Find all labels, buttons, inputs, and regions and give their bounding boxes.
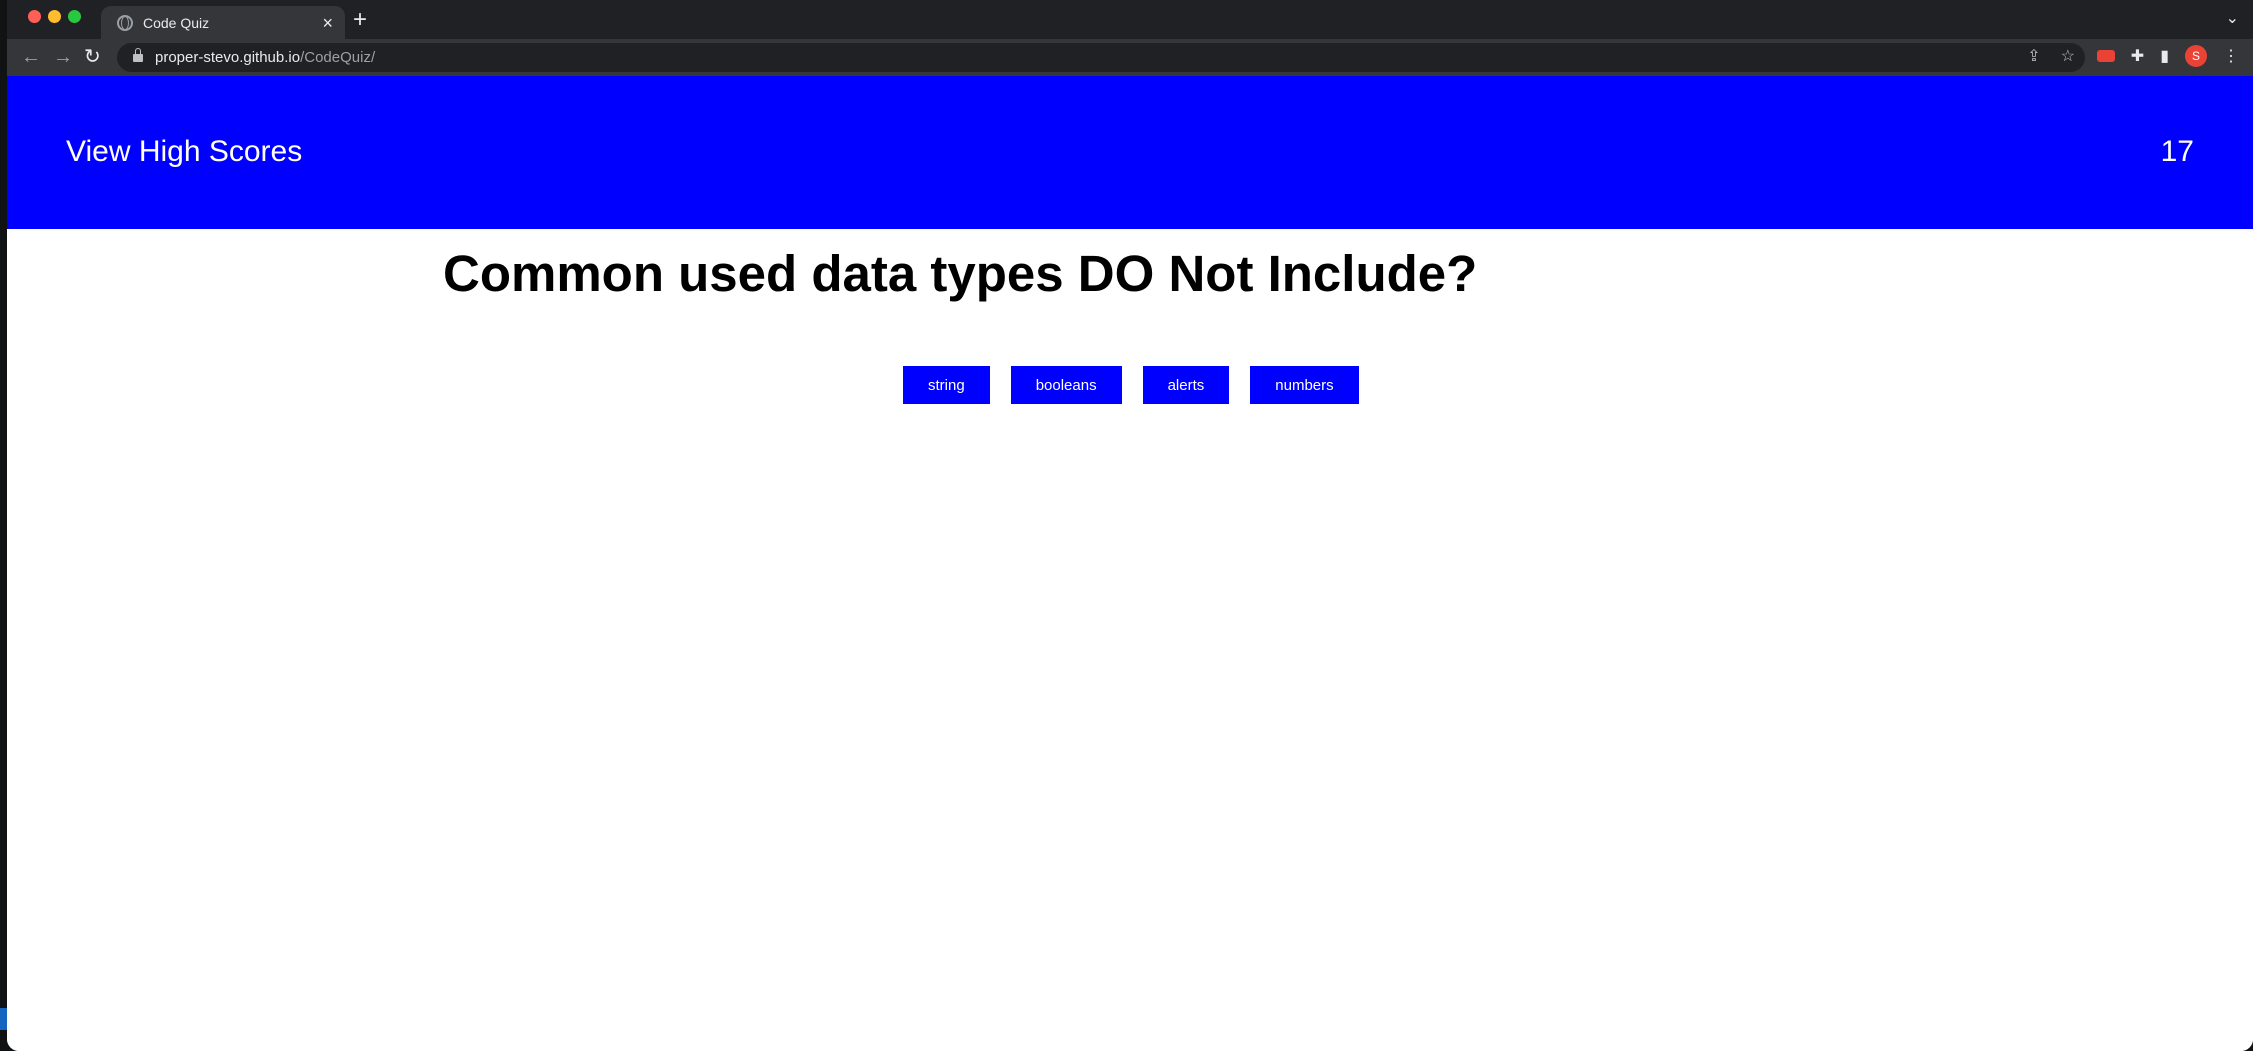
star-icon[interactable]: ☆: [2061, 46, 2075, 66]
browser-window: Code Quiz × + ⌄ ← → ↻ proper-stevo.githu…: [7, 0, 2253, 1051]
choice-numbers-button[interactable]: numbers: [1250, 366, 1359, 404]
dock-edge: [0, 1008, 7, 1030]
choice-alerts-button[interactable]: alerts: [1142, 366, 1230, 404]
url-text: proper-stevo.github.io/CodeQuiz/: [155, 49, 375, 66]
new-tab-icon[interactable]: +: [353, 8, 367, 32]
choice-string-button[interactable]: string: [903, 366, 990, 404]
left-edge: [0, 0, 7, 1051]
view-high-scores-link[interactable]: View High Scores: [66, 135, 302, 169]
avatar[interactable]: S: [2185, 45, 2207, 67]
url-host: proper-stevo.github.io: [155, 49, 301, 66]
menu-kebab-icon[interactable]: ⋮: [2223, 46, 2239, 66]
minimize-window-button[interactable]: [48, 10, 61, 23]
page-content: View High Scores 17 Common used data typ…: [7, 76, 2253, 1051]
extension-icon[interactable]: [2096, 50, 2115, 62]
quiz-header: View High Scores 17: [7, 76, 2253, 229]
tab-code-quiz[interactable]: Code Quiz ×: [101, 6, 345, 39]
tab-title: Code Quiz: [143, 14, 210, 31]
tab-strip: Code Quiz × + ⌄: [7, 0, 2253, 39]
side-panel-icon[interactable]: ▮: [2160, 46, 2169, 66]
browser-toolbar: ← → ↻ proper-stevo.github.io/CodeQuiz/ ⇪…: [7, 39, 2253, 115]
reload-icon[interactable]: ↻: [84, 45, 101, 69]
share-icon[interactable]: ⇪: [2027, 46, 2040, 66]
tab-search-icon[interactable]: ⌄: [2226, 8, 2239, 28]
fullscreen-window-button[interactable]: [68, 10, 81, 23]
forward-arrow-icon[interactable]: →: [53, 45, 73, 69]
lock-icon: [133, 47, 143, 62]
choice-booleans-button[interactable]: booleans: [1010, 366, 1122, 404]
back-arrow-icon[interactable]: ←: [21, 45, 41, 69]
globe-icon: [117, 14, 133, 31]
url-path: /CodeQuiz/: [300, 49, 376, 66]
answer-choices: string booleans alerts numbers: [903, 366, 1359, 404]
timer: 17: [2160, 135, 2194, 168]
question-text: Common used data types DO Not Include?: [443, 245, 1478, 302]
tab-close-icon[interactable]: ×: [322, 14, 333, 32]
puzzle-icon[interactable]: ✚: [2131, 46, 2144, 66]
close-window-button[interactable]: [28, 10, 41, 23]
address-bar[interactable]: proper-stevo.github.io/CodeQuiz/ ⇪ ☆: [117, 43, 2085, 72]
